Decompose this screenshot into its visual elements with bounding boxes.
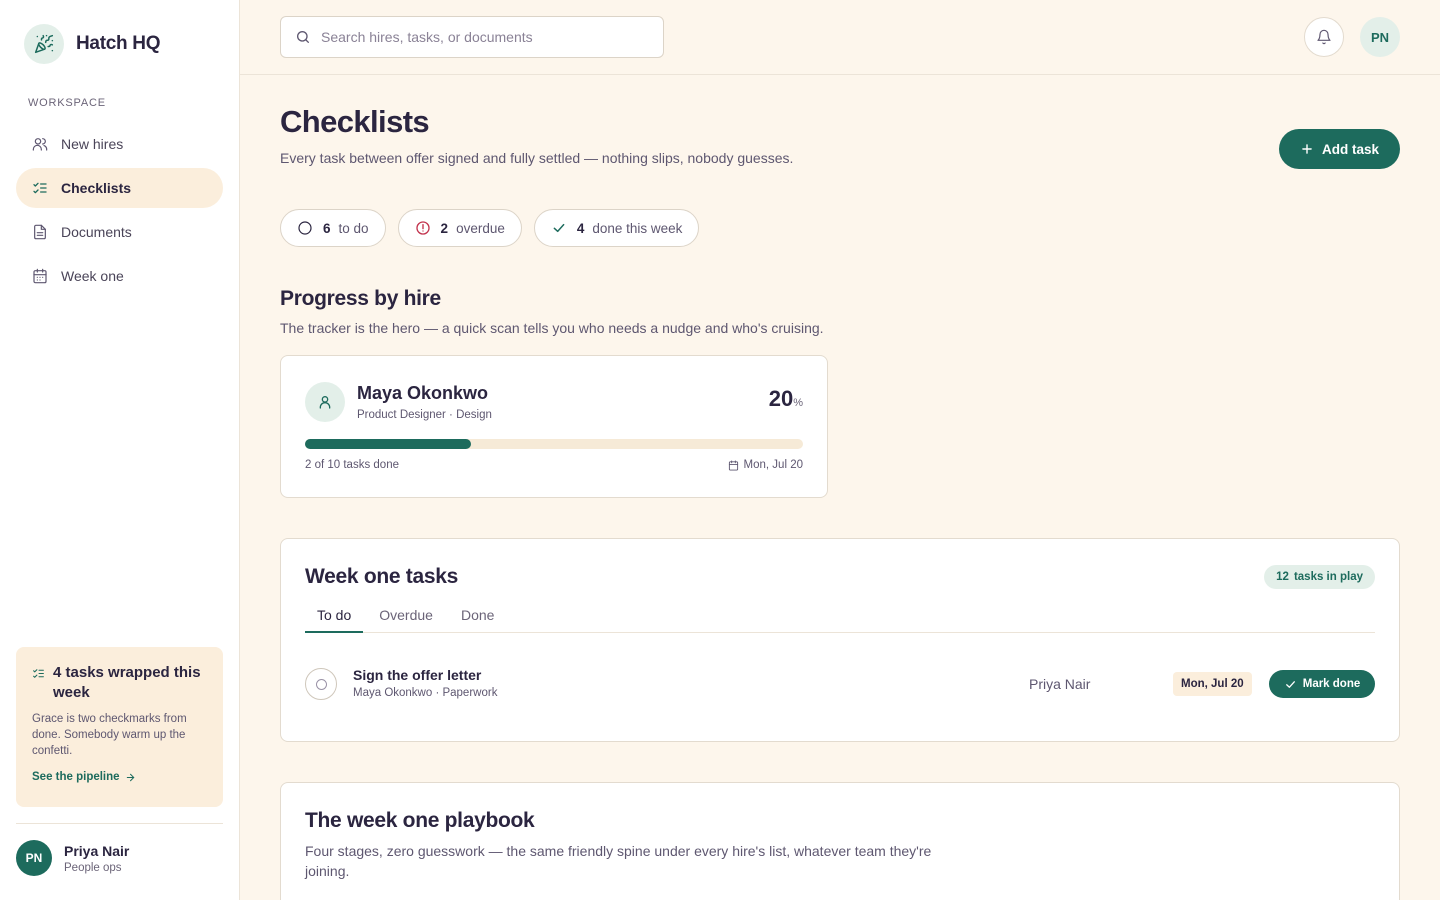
sidebar-item-label: New hires <box>61 136 124 152</box>
task-due-badge: Mon, Jul 20 <box>1173 672 1252 696</box>
task-checkbox[interactable] <box>305 668 337 700</box>
percent-value: 20 <box>768 386 794 411</box>
sidebar-item-week-one[interactable]: Week one <box>16 256 223 296</box>
search-box[interactable] <box>280 16 664 58</box>
progress-bar <box>305 439 803 449</box>
mark-done-label: Mark done <box>1302 678 1361 690</box>
sidebar: Hatch HQ WORKSPACE New hires Checklists … <box>0 0 240 900</box>
avatar: PN <box>16 840 52 876</box>
sidebar-item-label: Documents <box>61 224 132 240</box>
percent-unit: % <box>793 397 803 409</box>
tab-overdue[interactable]: Overdue <box>367 599 445 633</box>
avatar[interactable]: PN <box>1360 17 1400 57</box>
user-icon <box>305 382 345 422</box>
progress-subtitle: The tracker is the hero — a quick scan t… <box>280 320 824 336</box>
add-task-button[interactable]: Add task <box>1279 129 1400 169</box>
brand-name: Hatch HQ <box>76 33 161 54</box>
arrow-right-icon <box>126 773 134 781</box>
promo-title: 4 tasks wrapped this week <box>53 664 201 701</box>
see-pipeline-link[interactable]: See the pipeline <box>32 771 207 783</box>
promo-card: 4 tasks wrapped this week Grace is two c… <box>16 647 223 807</box>
playbook-card: The week one playbook Four stages, zero … <box>280 782 1400 900</box>
plus-icon <box>1302 144 1312 154</box>
user-role: People ops <box>64 861 122 874</box>
hire-role: Product Designer · Design <box>357 409 492 421</box>
stat-count: 4 <box>576 220 585 236</box>
tab-done[interactable]: Done <box>449 599 506 633</box>
promo-link-label: See the pipeline <box>32 771 120 783</box>
list-checks-icon <box>33 182 47 194</box>
list-checks-icon <box>33 669 44 678</box>
week-one-tasks-card: Week one tasks 12 tasks in play To do Ov… <box>280 538 1400 742</box>
notifications-button[interactable] <box>1304 17 1344 57</box>
add-task-label: Add task <box>1321 141 1379 157</box>
progress-heading: Progress by hire <box>280 287 441 310</box>
hire-name: Maya Okonkwo <box>357 383 489 403</box>
bell-icon <box>1317 29 1331 45</box>
task-tabs: To do Overdue Done <box>305 599 1375 633</box>
topbar: PN <box>240 0 1440 75</box>
hire-start-date: Mon, Jul 20 <box>728 459 803 471</box>
search-input[interactable] <box>321 29 641 45</box>
stat-label: overdue <box>456 220 505 236</box>
page-subtitle: Every task between offer signed and full… <box>280 150 794 166</box>
task-row: Sign the offer letter Maya Okonkwo · Pap… <box>305 667 1375 701</box>
stat-done-this-week[interactable]: 4 done this week <box>533 209 700 247</box>
date-label: Mon, Jul 20 <box>743 459 803 471</box>
task-owner: Priya Nair <box>1029 676 1091 692</box>
stat-to-do[interactable]: 6 to do <box>280 209 386 247</box>
stat-overdue[interactable]: 2 overdue <box>397 209 522 247</box>
alert-circle-icon <box>415 221 430 235</box>
circle-icon <box>298 221 312 235</box>
calendar-icon <box>33 268 47 284</box>
sidebar-nav: New hires Checklists Documents Week one <box>16 124 223 300</box>
tasks-in-play-badge: 12 tasks in play <box>1264 565 1375 589</box>
divider <box>16 823 223 824</box>
section-label: WORKSPACE <box>28 97 106 109</box>
playbook-subtitle: Four stages, zero guesswork — the same f… <box>305 843 932 879</box>
check-icon <box>1285 680 1295 688</box>
playbook-title: The week one playbook <box>305 809 535 832</box>
users-icon <box>32 138 48 151</box>
hire-percent: 20% <box>769 386 803 412</box>
document-icon <box>34 224 46 240</box>
party-popper-icon <box>24 24 64 64</box>
user-profile[interactable]: PN Priya Nair People ops <box>16 840 129 876</box>
tasks-done-count: 2 of 10 tasks done <box>305 459 399 471</box>
in-play-count: 12 <box>1276 571 1289 583</box>
task-name: Sign the offer letter <box>353 667 482 683</box>
stats-row: 6 to do 2 overdue 4 done this week <box>280 209 700 247</box>
page-title: Checklists <box>280 104 430 139</box>
check-icon <box>553 223 565 233</box>
user-name: Priya Nair <box>64 842 130 859</box>
sidebar-item-documents[interactable]: Documents <box>16 212 223 252</box>
hire-progress-card[interactable]: Maya Okonkwo Product Designer · Design 2… <box>280 355 828 498</box>
search-icon <box>297 31 309 43</box>
sidebar-item-new-hires[interactable]: New hires <box>16 124 223 164</box>
brand[interactable]: Hatch HQ <box>24 24 160 64</box>
sidebar-item-label: Week one <box>61 268 124 284</box>
in-play-label: tasks in play <box>1293 571 1363 583</box>
promo-body: Grace is two checkmarks from done. Someb… <box>32 713 187 757</box>
stat-count: 2 <box>440 220 449 236</box>
tasks-title: Week one tasks <box>305 565 458 588</box>
sidebar-item-label: Checklists <box>61 180 132 196</box>
circle-icon <box>315 678 327 690</box>
calendar-icon <box>728 459 738 471</box>
stat-count: 6 <box>323 220 331 236</box>
mark-done-button[interactable]: Mark done <box>1269 670 1375 698</box>
tab-to-do[interactable]: To do <box>305 599 364 633</box>
task-meta: Maya Okonkwo · Paperwork <box>353 687 498 699</box>
sidebar-item-checklists[interactable]: Checklists <box>16 168 223 208</box>
progress-bar-fill <box>305 439 471 449</box>
stat-label: to do <box>338 220 369 236</box>
stat-label: done this week <box>592 220 683 236</box>
